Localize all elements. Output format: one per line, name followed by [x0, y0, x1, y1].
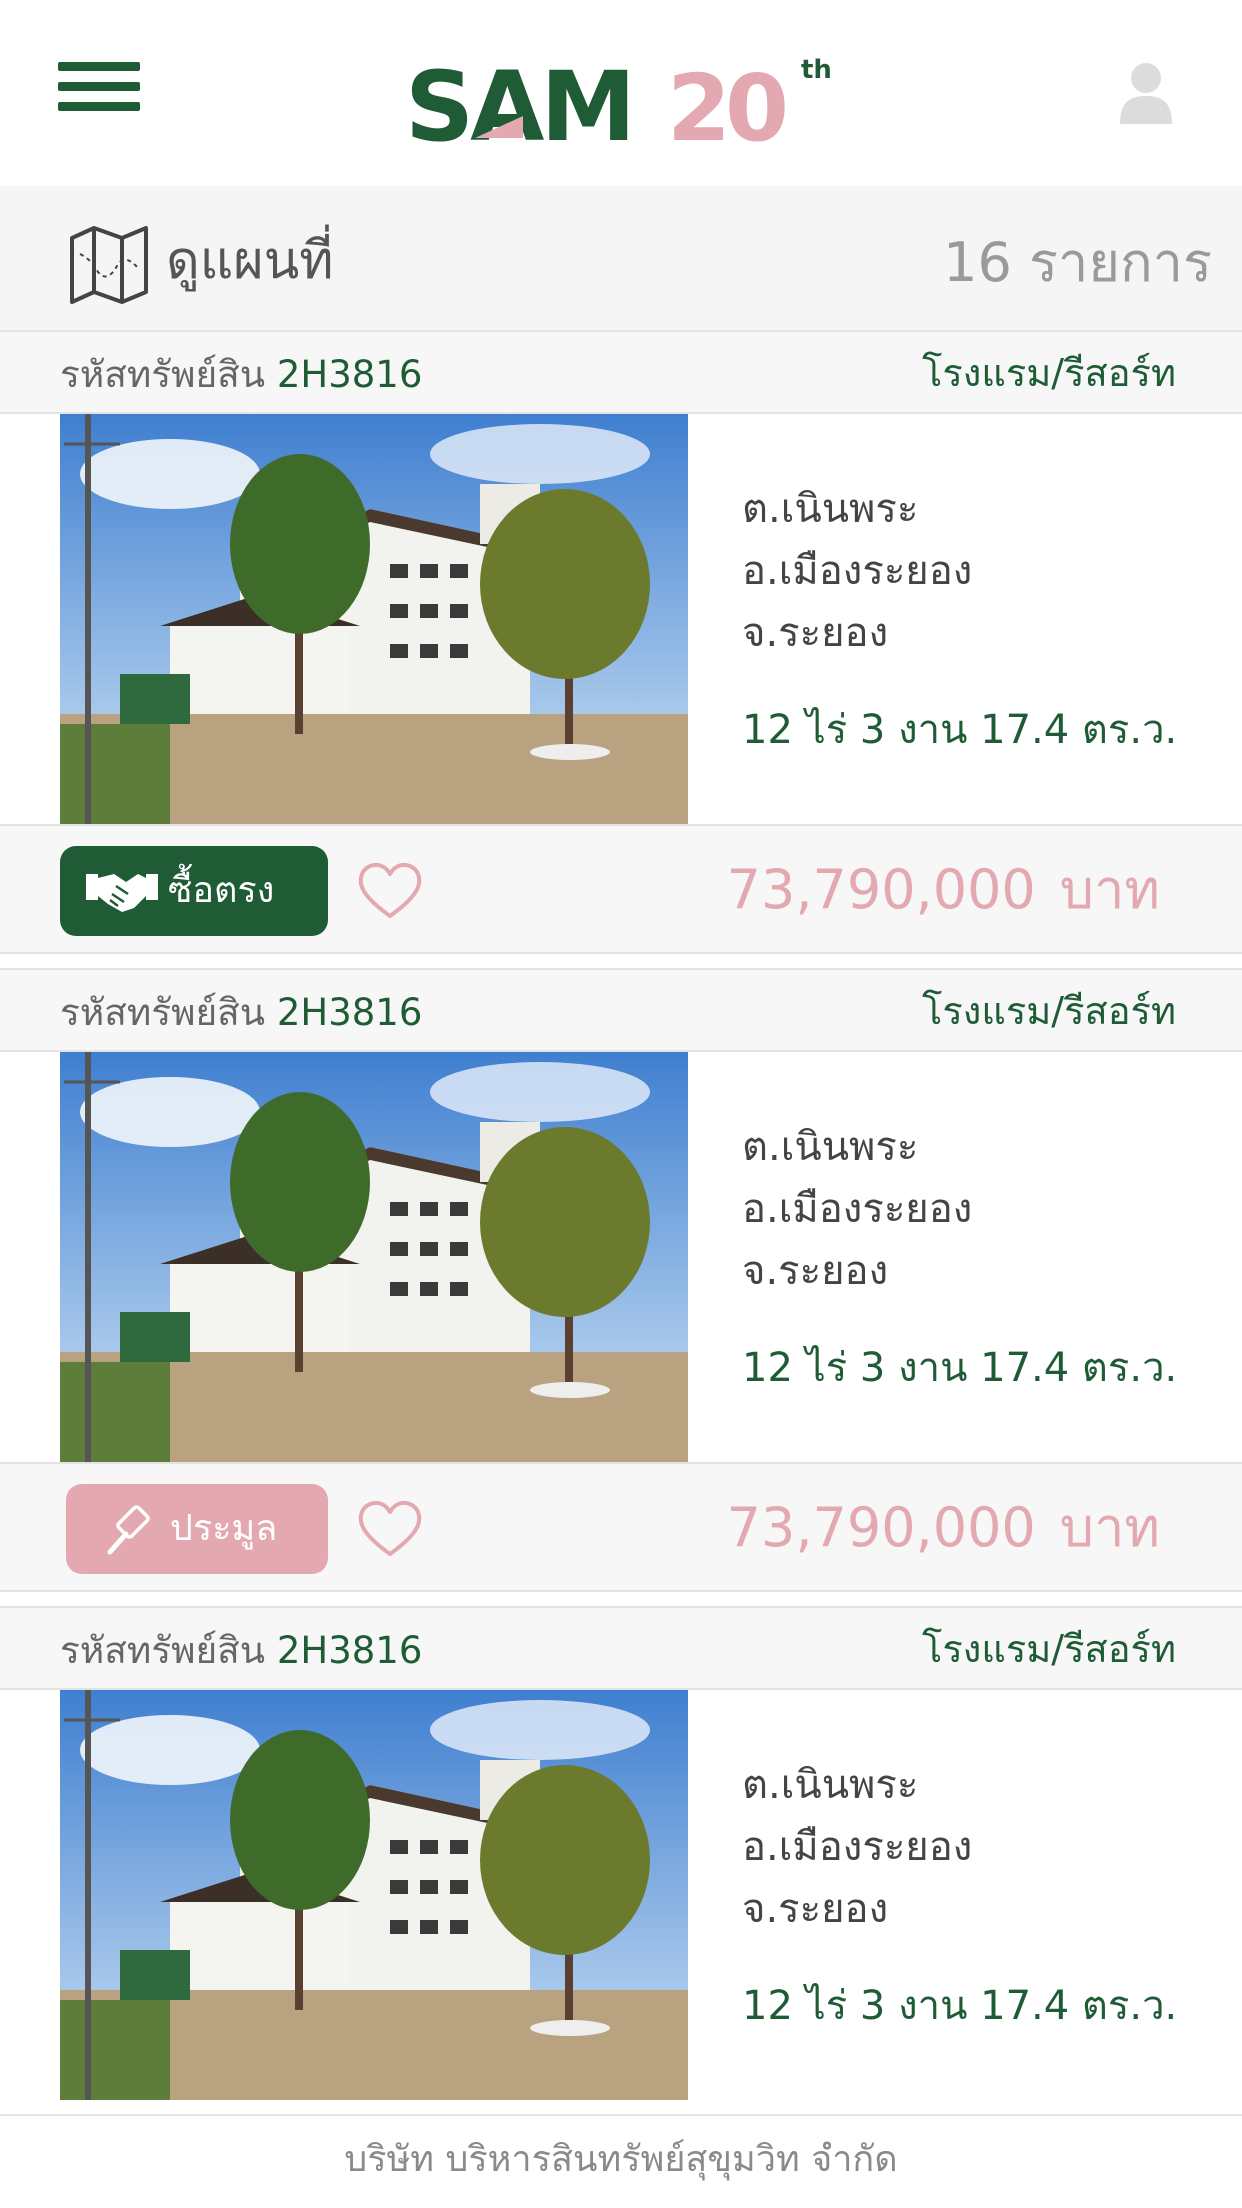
asset-category: โรงแรม/รีสอร์ท	[921, 989, 1176, 1033]
district: อ.เมืองระยอง	[742, 548, 973, 594]
asset-code-text: รหัสทรัพย์สิน 2H3816	[60, 990, 422, 1036]
district: อ.เมืองระยอง	[742, 1186, 973, 1232]
land-area: 12 ไร่ 3 งาน 17.4 ตร.ว.	[742, 707, 1178, 753]
location-block: ต.เนินพระ อ.เมืองระยอง จ.ระยอง	[742, 1116, 1202, 1302]
favorite-heart-icon[interactable]	[356, 1496, 424, 1560]
listing-actions: ซื้อตรง 73,790,000 บาท	[0, 824, 1242, 954]
subdistrict: ต.เนินพระ	[742, 1124, 919, 1170]
listing-header: รหัสทรัพย์สิน 2H3816 โรงแรม/รีสอร์ท	[0, 330, 1242, 414]
location-block: ต.เนินพระ อ.เมืองระยอง จ.ระยอง	[742, 1754, 1202, 1940]
footer: บริษัท บริหารสินทรัพย์สุขุมวิท จำกัด	[0, 2114, 1242, 2208]
map-icon[interactable]	[68, 224, 150, 304]
buy-direct-label: ซื้อตรง	[168, 870, 275, 911]
asset-code: 2H3816	[276, 353, 423, 396]
price-value: 73,790,000	[726, 1496, 1036, 1559]
svg-text:20: 20	[667, 55, 785, 148]
asset-code-label: รหัสทรัพย์สิน	[60, 991, 266, 1034]
asset-code-text: รหัสทรัพย์สิน 2H3816	[60, 352, 422, 398]
favorite-heart-icon[interactable]	[356, 858, 424, 922]
province: จ.ระยอง	[742, 1886, 889, 1932]
property-photo[interactable]	[60, 1690, 688, 2100]
gavel-icon	[107, 1505, 150, 1555]
price-unit: บาท	[1059, 858, 1160, 921]
province: จ.ระยอง	[742, 1248, 889, 1294]
listing-header: รหัสทรัพย์สิน 2H3816 โรงแรม/รีสอร์ท	[0, 968, 1242, 1052]
district: อ.เมืองระยอง	[742, 1824, 973, 1870]
auction-label: ประมูล	[170, 1508, 278, 1549]
handshake-icon	[86, 874, 158, 912]
property-photo[interactable]	[60, 1052, 688, 1462]
asset-code-text: รหัสทรัพย์สิน 2H3816	[60, 1628, 422, 1674]
company-name: บริษัท บริหารสินทรัพย์สุขุมวิท จำกัด	[344, 2139, 898, 2180]
price: 73,790,000 บาท	[727, 1494, 1160, 1562]
hamburger-menu-icon[interactable]	[58, 60, 140, 114]
asset-code: 2H3816	[276, 1629, 423, 1672]
province: จ.ระยอง	[742, 610, 889, 656]
listing-header: รหัสทรัพย์สิน 2H3816 โรงแรม/รีสอร์ท	[0, 1606, 1242, 1690]
app-header: SAM 20 th	[0, 0, 1242, 186]
auction-button[interactable]: ประมูล	[66, 1484, 328, 1574]
result-count: 16 รายการ	[943, 231, 1212, 294]
subdistrict: ต.เนินพระ	[742, 1762, 919, 1808]
price-unit: บาท	[1059, 1496, 1160, 1559]
user-profile-icon[interactable]	[1118, 60, 1174, 124]
asset-code-label: รหัสทรัพย์สิน	[60, 353, 266, 396]
view-map-link[interactable]: ดูแผนที่	[166, 228, 334, 294]
location-block: ต.เนินพระ อ.เมืองระยอง จ.ระยอง	[742, 478, 1202, 664]
buy-direct-button[interactable]: ซื้อตรง	[60, 846, 328, 936]
sam-logo: SAM 20 th	[405, 51, 832, 148]
land-area: 12 ไร่ 3 งาน 17.4 ตร.ว.	[742, 1983, 1178, 2029]
asset-code: 2H3816	[276, 991, 423, 1034]
property-photo[interactable]	[60, 414, 688, 824]
asset-category: โรงแรม/รีสอร์ท	[921, 351, 1176, 395]
asset-category: โรงแรม/รีสอร์ท	[921, 1627, 1176, 1671]
listing-actions: ประมูล 73,790,000 บาท	[0, 1462, 1242, 1592]
svg-text:th: th	[801, 55, 832, 85]
land-area: 12 ไร่ 3 งาน 17.4 ตร.ว.	[742, 1345, 1178, 1391]
subdistrict: ต.เนินพระ	[742, 486, 919, 532]
asset-code-label: รหัสทรัพย์สิน	[60, 1629, 266, 1672]
price-value: 73,790,000	[726, 858, 1036, 921]
price: 73,790,000 บาท	[727, 856, 1160, 924]
